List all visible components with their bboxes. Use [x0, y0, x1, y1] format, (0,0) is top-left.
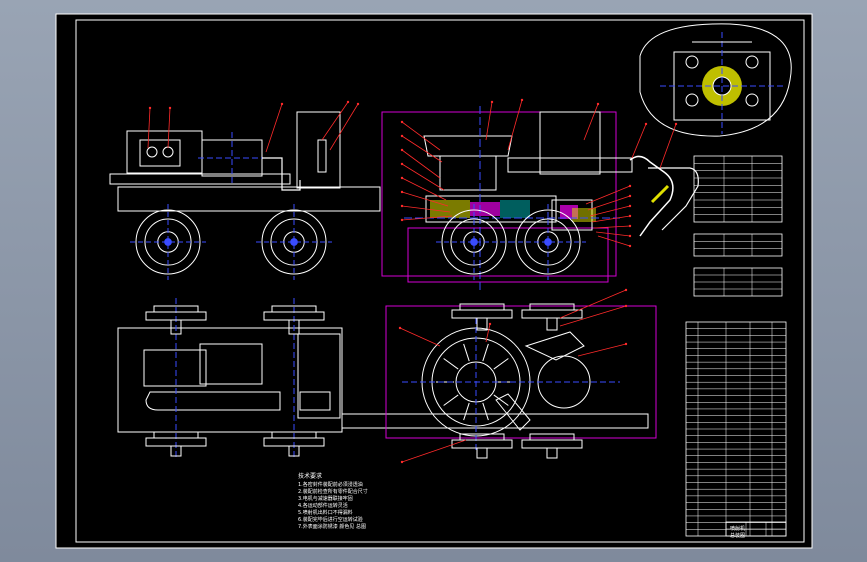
leader-dot [400, 148, 404, 152]
leader-dot [400, 218, 404, 222]
notes-line: 2.装配前检查所有零件配合尺寸 [298, 488, 368, 495]
leader-dot [628, 184, 632, 188]
leader-dot [628, 204, 632, 208]
leader-dot [148, 106, 152, 110]
leader-dot [520, 98, 524, 102]
leader-dot [628, 214, 632, 218]
leader-dot [400, 134, 404, 138]
leader-dot [400, 190, 404, 194]
title-block-label: 喷射机 [730, 525, 745, 532]
leader-dot [628, 234, 632, 238]
leader-dot [400, 162, 404, 166]
drawing-sheet [55, 13, 813, 549]
notes-line: 7.外表面涂防锈漆 颜色见 总图 [298, 523, 366, 530]
leader-dot [346, 100, 350, 104]
leader-dot [624, 288, 628, 292]
leader-dot [490, 100, 494, 104]
leader-dot [398, 326, 402, 330]
leader-dot [674, 122, 678, 126]
notes-line: 6.装配完毕后进行空运转试验 [298, 516, 363, 523]
leader-dot [628, 194, 632, 198]
leader-dot [596, 102, 600, 106]
leader-dot [628, 224, 632, 228]
leader-dot [356, 102, 360, 106]
notes-title: 技术要求 [298, 472, 322, 480]
notes-line: 3.电机与减速器联接牢固 [298, 495, 353, 502]
title-block-label: 总装图 [730, 532, 745, 539]
leader-dot [168, 106, 172, 110]
leader-dot [628, 244, 632, 248]
cad-viewport: 技术要求 1.各密封件装配前必须浸透油 2.装配前检查所有零件配合尺寸 3.电机… [0, 0, 867, 562]
leader-dot [624, 342, 628, 346]
leader-dot [488, 322, 492, 326]
leader-dot [400, 204, 404, 208]
leader-dot [400, 176, 404, 180]
leader-dot [400, 120, 404, 124]
leader-dot [280, 102, 284, 106]
leader-dot [400, 460, 404, 464]
notes-line: 4.各运动部件运转灵活 [298, 502, 348, 509]
notes-line: 5.喷射机出料口不得漏料 [298, 509, 353, 516]
leader-dot [644, 122, 648, 126]
notes-line: 1.各密封件装配前必须浸透油 [298, 481, 363, 488]
assembly-drawing: 技术要求 1.各密封件装配前必须浸透油 2.装配前检查所有零件配合尺寸 3.电机… [55, 13, 813, 549]
leader-dot [624, 304, 628, 308]
